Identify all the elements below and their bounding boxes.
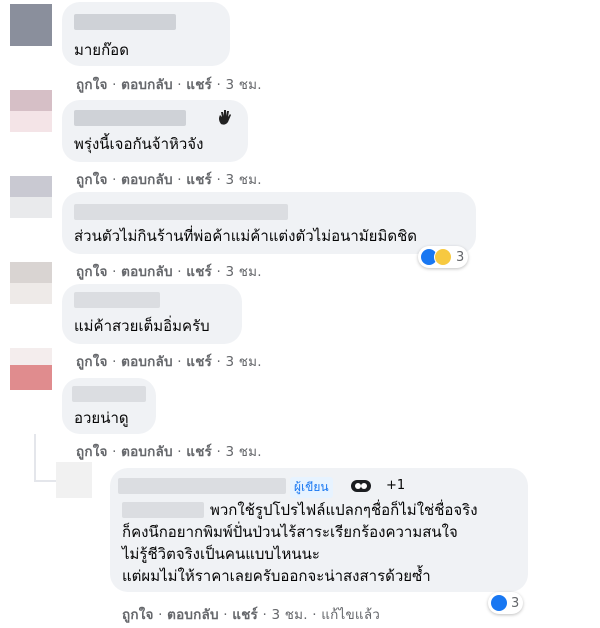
timestamp[interactable]: 3 ชม. <box>272 607 308 623</box>
share-link[interactable]: แชร์ <box>186 264 212 280</box>
comment-bubble: อวยน่าดู <box>62 378 156 434</box>
avatar[interactable] <box>10 262 52 304</box>
like-link[interactable]: ถูกใจ <box>76 444 108 460</box>
reply-text-line: พวกใช้รูปโปรไฟล์แปลกๆชื่อก็ไม่ใช่ชื่อจริ… <box>210 501 478 519</box>
timestamp[interactable]: 3 ชม. <box>226 444 262 460</box>
comment-text: พรุ่งนี้เจอกันจ้าหิวจัง <box>74 135 204 153</box>
share-link[interactable]: แชร์ <box>186 354 212 370</box>
author-name-redacted-line2 <box>122 502 204 518</box>
commenter-name-redacted[interactable] <box>74 292 160 308</box>
reply-link[interactable]: ตอบกลับ <box>121 77 173 93</box>
author-avatar[interactable] <box>56 462 92 498</box>
share-link[interactable]: แชร์ <box>232 607 258 623</box>
thread-connector <box>34 434 36 482</box>
commenter-name-redacted[interactable] <box>74 204 288 220</box>
badge-count: +1 <box>386 478 406 493</box>
commenter-name-redacted[interactable] <box>74 14 176 30</box>
comment-actions: ถูกใจ · ตอบกลับ · แชร์ · 3 ชม. <box>76 77 262 93</box>
comment-actions: ถูกใจ · ตอบกลับ · แชร์ · 3 ชม. <box>76 172 262 188</box>
avatar[interactable] <box>10 90 52 132</box>
like-link[interactable]: ถูกใจ <box>76 77 108 93</box>
reply-link[interactable]: ตอบกลับ <box>167 607 219 623</box>
comment-text: อวยน่าดู <box>74 409 129 427</box>
comment-text: แม่ค้าสวยเต็มอิ่มครับ <box>74 317 210 335</box>
avatar[interactable] <box>10 4 52 46</box>
avatar[interactable] <box>10 348 52 390</box>
reply-link[interactable]: ตอบกลับ <box>121 264 173 280</box>
comment-bubble: มายก๊อด <box>62 2 230 66</box>
haha-reaction-icon <box>434 248 452 266</box>
comment-bubble: แม่ค้าสวยเต็มอิ่มครับ <box>62 284 242 344</box>
timestamp[interactable]: 3 ชม. <box>226 172 262 188</box>
timestamp[interactable]: 3 ชม. <box>226 264 262 280</box>
author-badge: ผู้เขียน <box>290 477 333 498</box>
like-link[interactable]: ถูกใจ <box>76 264 108 280</box>
reply-link[interactable]: ตอบกลับ <box>121 172 173 188</box>
reply-text-line: แต่ผมไม่ให้ราคาเลยครับออกจะน่าสงสารด้วยซ… <box>122 567 431 585</box>
comment-actions: ถูกใจ · ตอบกลับ · แชร์ · 3 ชม. <box>76 354 262 370</box>
edited-label[interactable]: แก้ไขแล้ว <box>321 607 380 623</box>
comment-text: ส่วนตัวไม่กินร้านที่พ่อค้าแม่ค้าแต่งตัวไ… <box>74 227 417 245</box>
reply-link[interactable]: ตอบกลับ <box>121 444 173 460</box>
badge-icon <box>350 477 372 495</box>
like-link[interactable]: ถูกใจ <box>76 172 108 188</box>
like-link[interactable]: ถูกใจ <box>122 607 154 623</box>
comment-bubble: พรุ่งนี้เจอกันจ้าหิวจัง <box>62 100 248 162</box>
reaction-count: 3 <box>511 595 520 611</box>
share-link[interactable]: แชร์ <box>186 172 212 188</box>
comment-actions: ถูกใจ · ตอบกลับ · แชร์ · 3 ชม. <box>76 264 262 280</box>
comment-actions: ถูกใจ · ตอบกลับ · แชร์ · 3 ชม. <box>76 444 262 460</box>
like-reaction-icon <box>491 595 507 611</box>
waving-hand-icon <box>216 108 234 126</box>
comment-bubble: ส่วนตัวไม่กินร้านที่พ่อค้าแม่ค้าแต่งตัวไ… <box>62 192 476 254</box>
reply-link[interactable]: ตอบกลับ <box>121 354 173 370</box>
avatar[interactable] <box>10 176 52 218</box>
timestamp[interactable]: 3 ชม. <box>226 77 262 93</box>
thread-connector <box>34 480 56 482</box>
share-link[interactable]: แชร์ <box>186 444 212 460</box>
commenter-name-redacted[interactable] <box>72 386 146 402</box>
commenter-name-redacted[interactable] <box>74 110 186 126</box>
reply-actions: ถูกใจ · ตอบกลับ · แชร์ · 3 ชม. · แก้ไขแล… <box>122 607 381 623</box>
timestamp[interactable]: 3 ชม. <box>226 354 262 370</box>
reply-text-line: ไม่รู้ชีวิตจริงเป็นคนแบบไหนนะ <box>122 545 320 563</box>
reply-text-line: ก็คงนึกอยากพิมพ์ปั่นป่วนไร้สาระเรียกร้อง… <box>122 523 458 541</box>
author-name-redacted[interactable] <box>118 478 286 494</box>
reply-bubble: ผู้เขียน +1 พวกใช้รูปโปรไฟล์แปลกๆชื่อก็ไ… <box>110 468 528 592</box>
reaction-count: 3 <box>456 249 465 265</box>
like-link[interactable]: ถูกใจ <box>76 354 108 370</box>
comment-text: มายก๊อด <box>74 41 129 59</box>
reaction-summary[interactable]: 3 <box>488 592 524 614</box>
share-link[interactable]: แชร์ <box>186 77 212 93</box>
reaction-summary[interactable]: 3 <box>418 246 469 268</box>
